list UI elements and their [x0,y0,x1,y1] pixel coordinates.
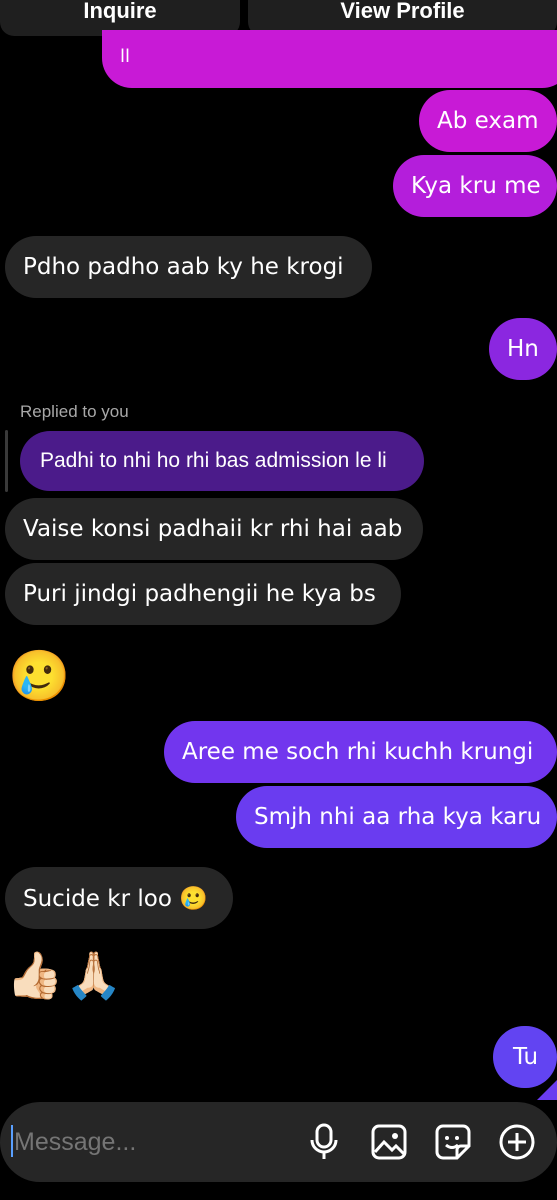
message-input[interactable] [12,1118,296,1166]
message-text: Aree me soch rhi kuchh krungi [182,739,534,765]
sent-message[interactable]: Aree me soch rhi kuchh krungi [164,721,557,783]
message-text: Puri jindgi padhengii he kya bs [23,581,376,607]
received-emoji-message[interactable]: 🥲 [8,651,70,701]
inquire-label: Inquire [83,0,157,23]
sent-message[interactable]: Kya kru me [393,155,557,217]
received-message[interactable]: Pdho padho aab ky he krogi [5,236,372,298]
message-text: Ab exam [437,108,539,134]
message-text: Pdho padho aab ky he krogi [23,254,344,280]
message-text: Smjh nhi aa rha kya karu [254,804,542,830]
message-text: Hn [507,336,539,362]
sent-message[interactable]: Hn [489,318,557,380]
image-icon[interactable] [369,1122,409,1162]
sticker-icon[interactable] [433,1122,473,1162]
message-text: Sucide kr loo 🥲 [23,885,208,912]
scroll-corner-indicator [537,1080,557,1100]
received-message[interactable]: Puri jindgi padhengii he kya bs [5,563,401,625]
plus-circle-icon[interactable] [497,1122,537,1162]
message-text: Kya kru me [411,173,541,199]
reply-label: Replied to you [20,402,129,421]
replied-message-quote[interactable]: Padhi to nhi ho rhi bas admission le li [20,431,424,491]
received-message[interactable]: Sucide kr loo 🥲 [5,867,233,929]
received-emoji-message[interactable]: 👍🏻🙏🏻 [6,952,125,998]
sent-message[interactable]: Tu [493,1026,557,1088]
reply-quote-text: Padhi to nhi ho rhi bas admission le li [40,449,387,472]
reply-indicator-line [5,430,8,492]
partial-message-text: ll [120,46,131,67]
message-text: Tu [513,1044,539,1070]
sent-message-partial[interactable]: ll [102,30,557,88]
sent-message[interactable]: Smjh nhi aa rha kya karu [236,786,557,848]
message-text: Vaise konsi padhaii kr rhi hai aab [23,516,403,542]
sent-message[interactable]: Ab exam [419,90,557,152]
received-message[interactable]: Vaise konsi padhaii kr rhi hai aab [5,498,423,560]
microphone-icon[interactable] [304,1122,344,1162]
view-profile-label: View Profile [340,0,465,23]
